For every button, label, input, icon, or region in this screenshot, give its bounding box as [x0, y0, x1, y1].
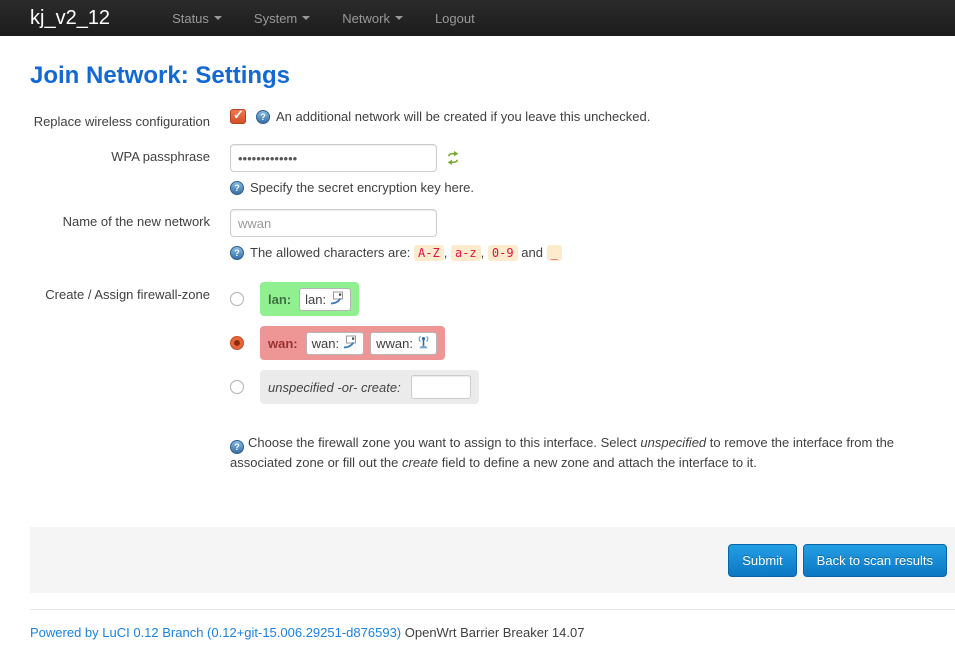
nav-item-logout-label: Logout	[435, 11, 475, 26]
network-wan: wan:	[306, 332, 364, 355]
allowed-code-digits: 0-9	[488, 245, 518, 261]
chevron-down-icon	[395, 16, 403, 20]
network-name-label: Name of the new network	[30, 209, 210, 229]
replace-wireless-checkbox[interactable]	[230, 109, 246, 124]
network-wwan: wwan:	[370, 332, 437, 355]
wifi-icon	[416, 335, 431, 352]
nav-item-network-label: Network	[342, 11, 390, 26]
zone-create-input[interactable]	[411, 375, 471, 399]
wpa-passphrase-input[interactable]	[230, 144, 437, 172]
nav-item-status[interactable]: Status	[156, 1, 238, 36]
nav-item-status-label: Status	[172, 11, 209, 26]
allowed-code-underscore: _	[547, 245, 562, 261]
allowed-code-lowercase: a-z	[451, 245, 481, 261]
top-navbar: kj_v2_12 Status System Network Logout	[0, 0, 955, 36]
nav-item-system-label: System	[254, 11, 297, 26]
zone-unspecified-radio[interactable]	[230, 380, 244, 394]
form-row-wpa-passphrase: WPA passphrase Specify the secret encryp…	[30, 144, 955, 196]
brand-logo[interactable]: kj_v2_12	[30, 7, 110, 30]
reveal-password-icon[interactable]	[445, 150, 461, 166]
wpa-passphrase-label: WPA passphrase	[30, 144, 210, 164]
page-footer: Powered by LuCI 0.12 Branch (0.12+git-15…	[30, 609, 955, 652]
form-row-replace-wireless: Replace wireless configuration An additi…	[30, 109, 955, 129]
zone-option-lan: lan: lan:	[230, 282, 908, 316]
zone-lan-radio[interactable]	[230, 292, 244, 306]
replace-wireless-label: Replace wireless configuration	[30, 109, 210, 129]
zone-unspecified-badge[interactable]: unspecified -or- create:	[260, 370, 479, 404]
help-icon	[256, 110, 270, 124]
zone-unspecified-name: unspecified -or- create:	[268, 380, 401, 395]
zone-wan-name: wan:	[268, 336, 298, 351]
nav-item-network[interactable]: Network	[326, 1, 419, 36]
allowed-code-uppercase: A-Z	[414, 245, 444, 261]
ethernet-icon	[342, 335, 358, 352]
zone-wan-radio[interactable]	[230, 336, 244, 350]
help-icon	[230, 246, 244, 260]
zone-option-unspecified: unspecified -or- create:	[230, 370, 908, 404]
help-icon	[230, 181, 244, 195]
network-lan: lan:	[299, 288, 351, 311]
form-row-firewall-zone: Create / Assign firewall-zone lan: lan:	[30, 282, 955, 471]
zone-wan-badge[interactable]: wan: wan: ww	[260, 326, 445, 360]
nav-item-logout[interactable]: Logout	[419, 1, 491, 36]
ethernet-icon	[329, 291, 345, 308]
form-actions-band: Submit Back to scan results	[30, 527, 955, 593]
powered-by-luci-link[interactable]: Powered by LuCI 0.12 Branch (0.12+git-15…	[30, 625, 401, 640]
help-icon	[230, 440, 244, 454]
openwrt-version-text: OpenWrt Barrier Breaker 14.07	[405, 625, 585, 640]
zone-lan-badge[interactable]: lan: lan:	[260, 282, 359, 316]
firewall-zone-help: Choose the firewall zone you want to ass…	[230, 434, 908, 471]
chevron-down-icon	[214, 16, 222, 20]
form-row-network-name: Name of the new network The allowed char…	[30, 209, 955, 262]
replace-wireless-help: An additional network will be created if…	[276, 109, 650, 124]
nav-item-system[interactable]: System	[238, 1, 326, 36]
chevron-down-icon	[302, 16, 310, 20]
page-title: Join Network: Settings	[30, 62, 955, 90]
firewall-zone-label: Create / Assign firewall-zone	[30, 282, 210, 302]
zone-lan-name: lan:	[268, 292, 291, 307]
submit-button[interactable]: Submit	[728, 544, 796, 577]
join-network-form: Replace wireless configuration An additi…	[30, 109, 955, 471]
zone-option-wan: wan: wan: ww	[230, 326, 908, 360]
allowed-chars-help: The allowed characters are: A-Z, a-z, 0-…	[250, 244, 562, 262]
back-to-scan-results-button[interactable]: Back to scan results	[803, 544, 947, 577]
network-name-input[interactable]	[230, 209, 437, 237]
wpa-passphrase-help: Specify the secret encryption key here.	[250, 179, 474, 196]
